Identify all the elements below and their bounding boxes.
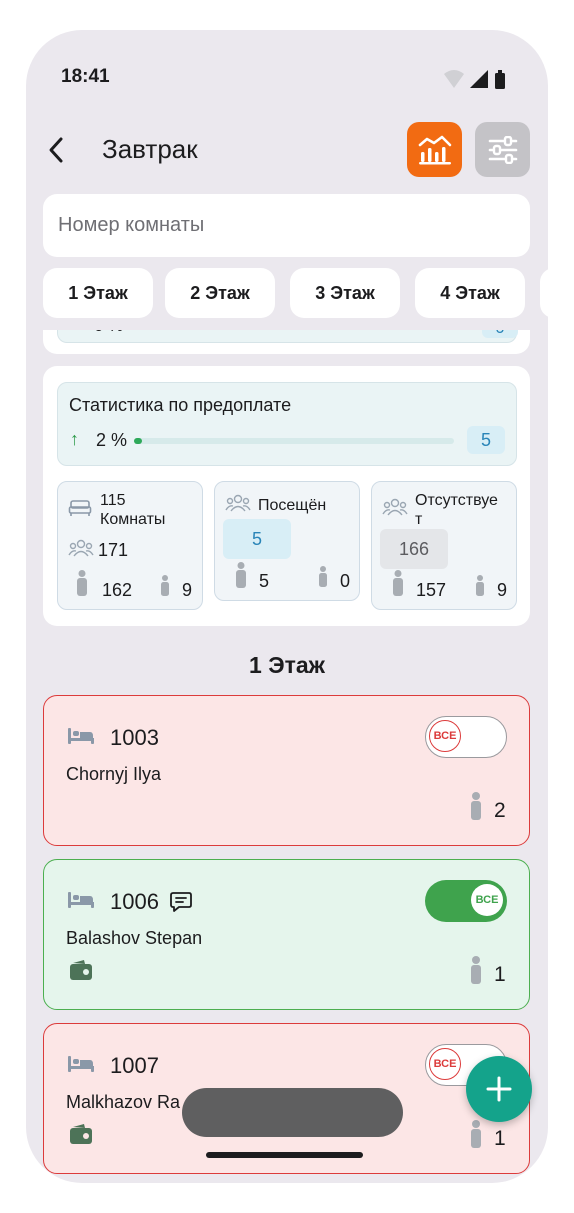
absent-label-line2: т: [415, 511, 423, 528]
chevron-left-icon: [49, 137, 63, 163]
toggle-knob: ВСЕ: [429, 720, 461, 752]
absent-adults: 157: [416, 580, 447, 600]
group-icon: [382, 498, 408, 516]
room-card[interactable]: 1006 Balashov Stepan ВСЕ 1: [43, 859, 530, 1010]
home-indicator[interactable]: [206, 1152, 363, 1158]
group-icon: [225, 494, 251, 512]
person-icon: [471, 792, 481, 820]
phone-screen: 18:41 Завтрак Номер комнаты 1 Этаж 2 Эта…: [26, 30, 548, 1183]
tab-floor-more[interactable]: [540, 268, 548, 318]
tab-floor-2[interactable]: 2 Этаж: [165, 268, 275, 318]
plus-icon: [486, 1076, 512, 1102]
filter-button[interactable]: [475, 122, 530, 177]
child-icon: [319, 566, 327, 587]
back-button[interactable]: [38, 132, 74, 168]
tab-floor-3[interactable]: 3 Этаж: [290, 268, 400, 318]
bed-icon: [68, 500, 92, 516]
child-icon: [161, 575, 169, 596]
toggle-knob: ВСЕ: [429, 1048, 461, 1080]
room-number: 1006: [110, 889, 159, 914]
guest-name: Balashov Stepan: [66, 928, 203, 948]
previous-stats-card: ↑ 0 % 0: [43, 330, 530, 354]
prepayment-percent: 2 %: [96, 430, 128, 450]
floor-tabs: 1 Этаж 2 Этаж 3 Этаж 4 Этаж: [43, 268, 548, 320]
floor-section-title: 1 Этаж: [249, 652, 325, 678]
prepayment-stats: Статистика по предоплате ↑ 2 % 5: [57, 382, 517, 466]
page-title: Завтрак: [102, 134, 198, 164]
comment-icon[interactable]: [170, 891, 192, 913]
adults-count: 162: [102, 580, 133, 600]
room-number-search-input[interactable]: [43, 194, 530, 257]
visited-label: Посещён: [258, 497, 327, 514]
guests-count: 2: [494, 799, 506, 822]
app-header: Завтрак: [26, 120, 548, 180]
previous-stats-percent: 0 %: [94, 330, 123, 336]
wallet-icon: [70, 960, 92, 980]
rooms-count: 115: [100, 492, 126, 509]
wifi-icon: [444, 70, 464, 88]
absent-guests: 166: [380, 529, 448, 569]
tab-floor-1[interactable]: 1 Этаж: [43, 268, 153, 318]
prepayment-title: Статистика по предоплате: [69, 395, 292, 415]
previous-stats-row: ↑ 0 % 0: [57, 330, 518, 343]
guest-name: Malkhazov Ra: [66, 1092, 181, 1112]
prepayment-value: 5: [467, 426, 505, 454]
stats-card: Статистика по предоплате ↑ 2 % 5 115 Ком…: [43, 366, 530, 626]
visited-summary-box[interactable]: Посещён 5 5 0: [214, 481, 360, 601]
children-count: 9: [182, 580, 193, 600]
arrow-up-icon: ↑: [70, 330, 78, 334]
rooms-label: Комнаты: [100, 511, 166, 528]
guests-count: 1: [494, 963, 506, 986]
adult-icon: [236, 562, 246, 588]
group-icon: [68, 539, 94, 557]
adult-icon: [77, 570, 87, 596]
status-bar: 18:41: [26, 30, 548, 110]
total-guests: 171: [98, 540, 129, 560]
statistics-button[interactable]: [407, 122, 462, 177]
visited-adults: 5: [259, 571, 270, 591]
tab-floor-4[interactable]: 4 Этаж: [415, 268, 525, 318]
absent-children: 9: [497, 580, 508, 600]
bed-icon: [68, 892, 94, 908]
room-number: 1007: [110, 1053, 159, 1078]
bed-icon: [68, 1056, 94, 1072]
arrow-up-icon: ↑: [70, 429, 79, 449]
wallet-icon: [70, 1124, 92, 1144]
room-card[interactable]: 1003 Chornyj Ilya ВСЕ 2: [43, 695, 530, 846]
breakfast-all-toggle[interactable]: ВСЕ: [425, 716, 507, 758]
guest-name: Chornyj Ilya: [66, 764, 162, 784]
person-icon: [471, 956, 481, 984]
guests-count: 1: [494, 1127, 506, 1150]
status-icons: [444, 70, 505, 89]
bed-icon: [68, 728, 94, 744]
prepayment-progress-bar: [134, 438, 454, 444]
signal-icon: [470, 70, 488, 88]
statistics-panel[interactable]: ↑ 0 % 0 Статистика по предоплате ↑ 2 % 5: [43, 330, 530, 630]
absent-label-line1: Отсутствуе: [415, 492, 498, 509]
child-icon: [476, 575, 484, 596]
absent-summary-box[interactable]: Отсутствуе т 166 157 9: [371, 481, 517, 610]
previous-stats-value: 0: [482, 330, 518, 338]
toggle-knob: ВСЕ: [471, 884, 503, 916]
status-time: 18:41: [61, 66, 110, 87]
prepayment-progress-fill: [134, 438, 142, 444]
room-number: 1003: [110, 725, 159, 750]
battery-icon: [495, 70, 505, 89]
add-button[interactable]: [466, 1056, 532, 1122]
floating-pill-overlay: [182, 1088, 403, 1137]
chart-icon: [418, 135, 451, 164]
sliders-icon: [488, 135, 517, 164]
visited-children: 0: [340, 571, 351, 591]
rooms-summary-box: 115 Комнаты 171 162 9: [57, 481, 203, 610]
person-icon: [471, 1120, 481, 1148]
visited-guests: 5: [223, 519, 291, 559]
breakfast-all-toggle[interactable]: ВСЕ: [425, 880, 507, 922]
adult-icon: [393, 570, 403, 596]
